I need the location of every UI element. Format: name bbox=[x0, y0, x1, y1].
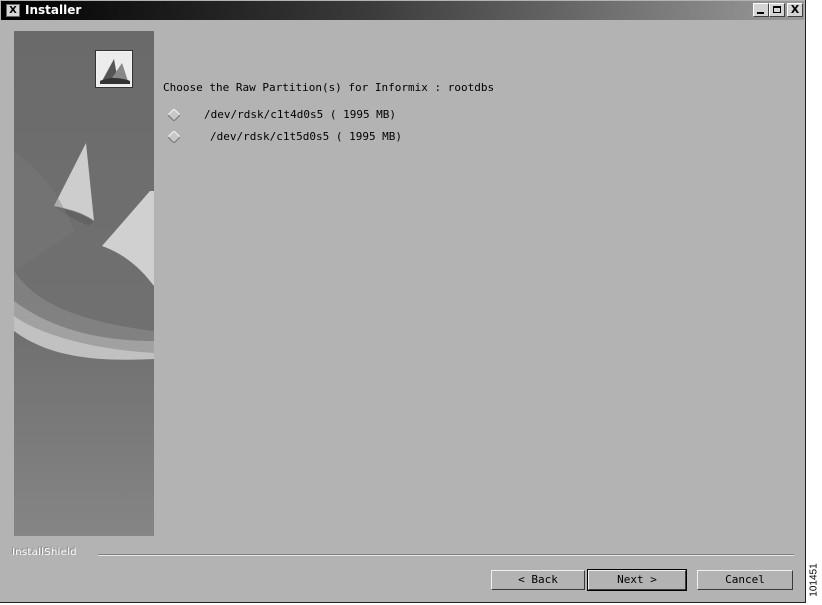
close-icon: X bbox=[790, 3, 800, 16]
maximize-icon bbox=[773, 6, 781, 13]
close-button[interactable]: X bbox=[787, 3, 803, 17]
maximize-button[interactable] bbox=[769, 3, 785, 17]
figure-id-text: 101451 bbox=[808, 563, 820, 597]
partition-option-label[interactable]: /dev/rdsk/c1t4d0s5 ( 1995 MB) bbox=[204, 108, 396, 122]
back-button[interactable]: < Back bbox=[491, 570, 585, 590]
cancel-button[interactable]: Cancel bbox=[697, 570, 793, 590]
footer-divider bbox=[98, 554, 794, 556]
diamond-radio-icon[interactable] bbox=[168, 109, 180, 121]
x-window-icon[interactable]: X bbox=[6, 4, 20, 17]
window-title: Installer bbox=[25, 3, 82, 17]
installer-window: X Installer X Choose the Raw Partition(s… bbox=[0, 0, 806, 603]
installshield-brand-label: InstallShield bbox=[12, 547, 77, 558]
next-button[interactable]: Next > bbox=[587, 569, 687, 591]
banner-artwork bbox=[14, 143, 154, 360]
figure-id: 101451 bbox=[806, 560, 822, 600]
minimize-icon bbox=[757, 12, 764, 14]
content-frame bbox=[10, 27, 802, 540]
minimize-button[interactable] bbox=[753, 3, 769, 17]
title-bar[interactable]: X Installer X bbox=[1, 1, 804, 20]
prompt-text: Choose the Raw Partition(s) for Informix… bbox=[163, 81, 495, 94]
side-banner bbox=[14, 31, 154, 536]
partition-option-label[interactable]: /dev/rdsk/c1t5d0s5 ( 1995 MB) bbox=[210, 130, 402, 144]
diamond-radio-icon[interactable] bbox=[168, 131, 180, 143]
installshield-logo-icon bbox=[95, 50, 133, 88]
